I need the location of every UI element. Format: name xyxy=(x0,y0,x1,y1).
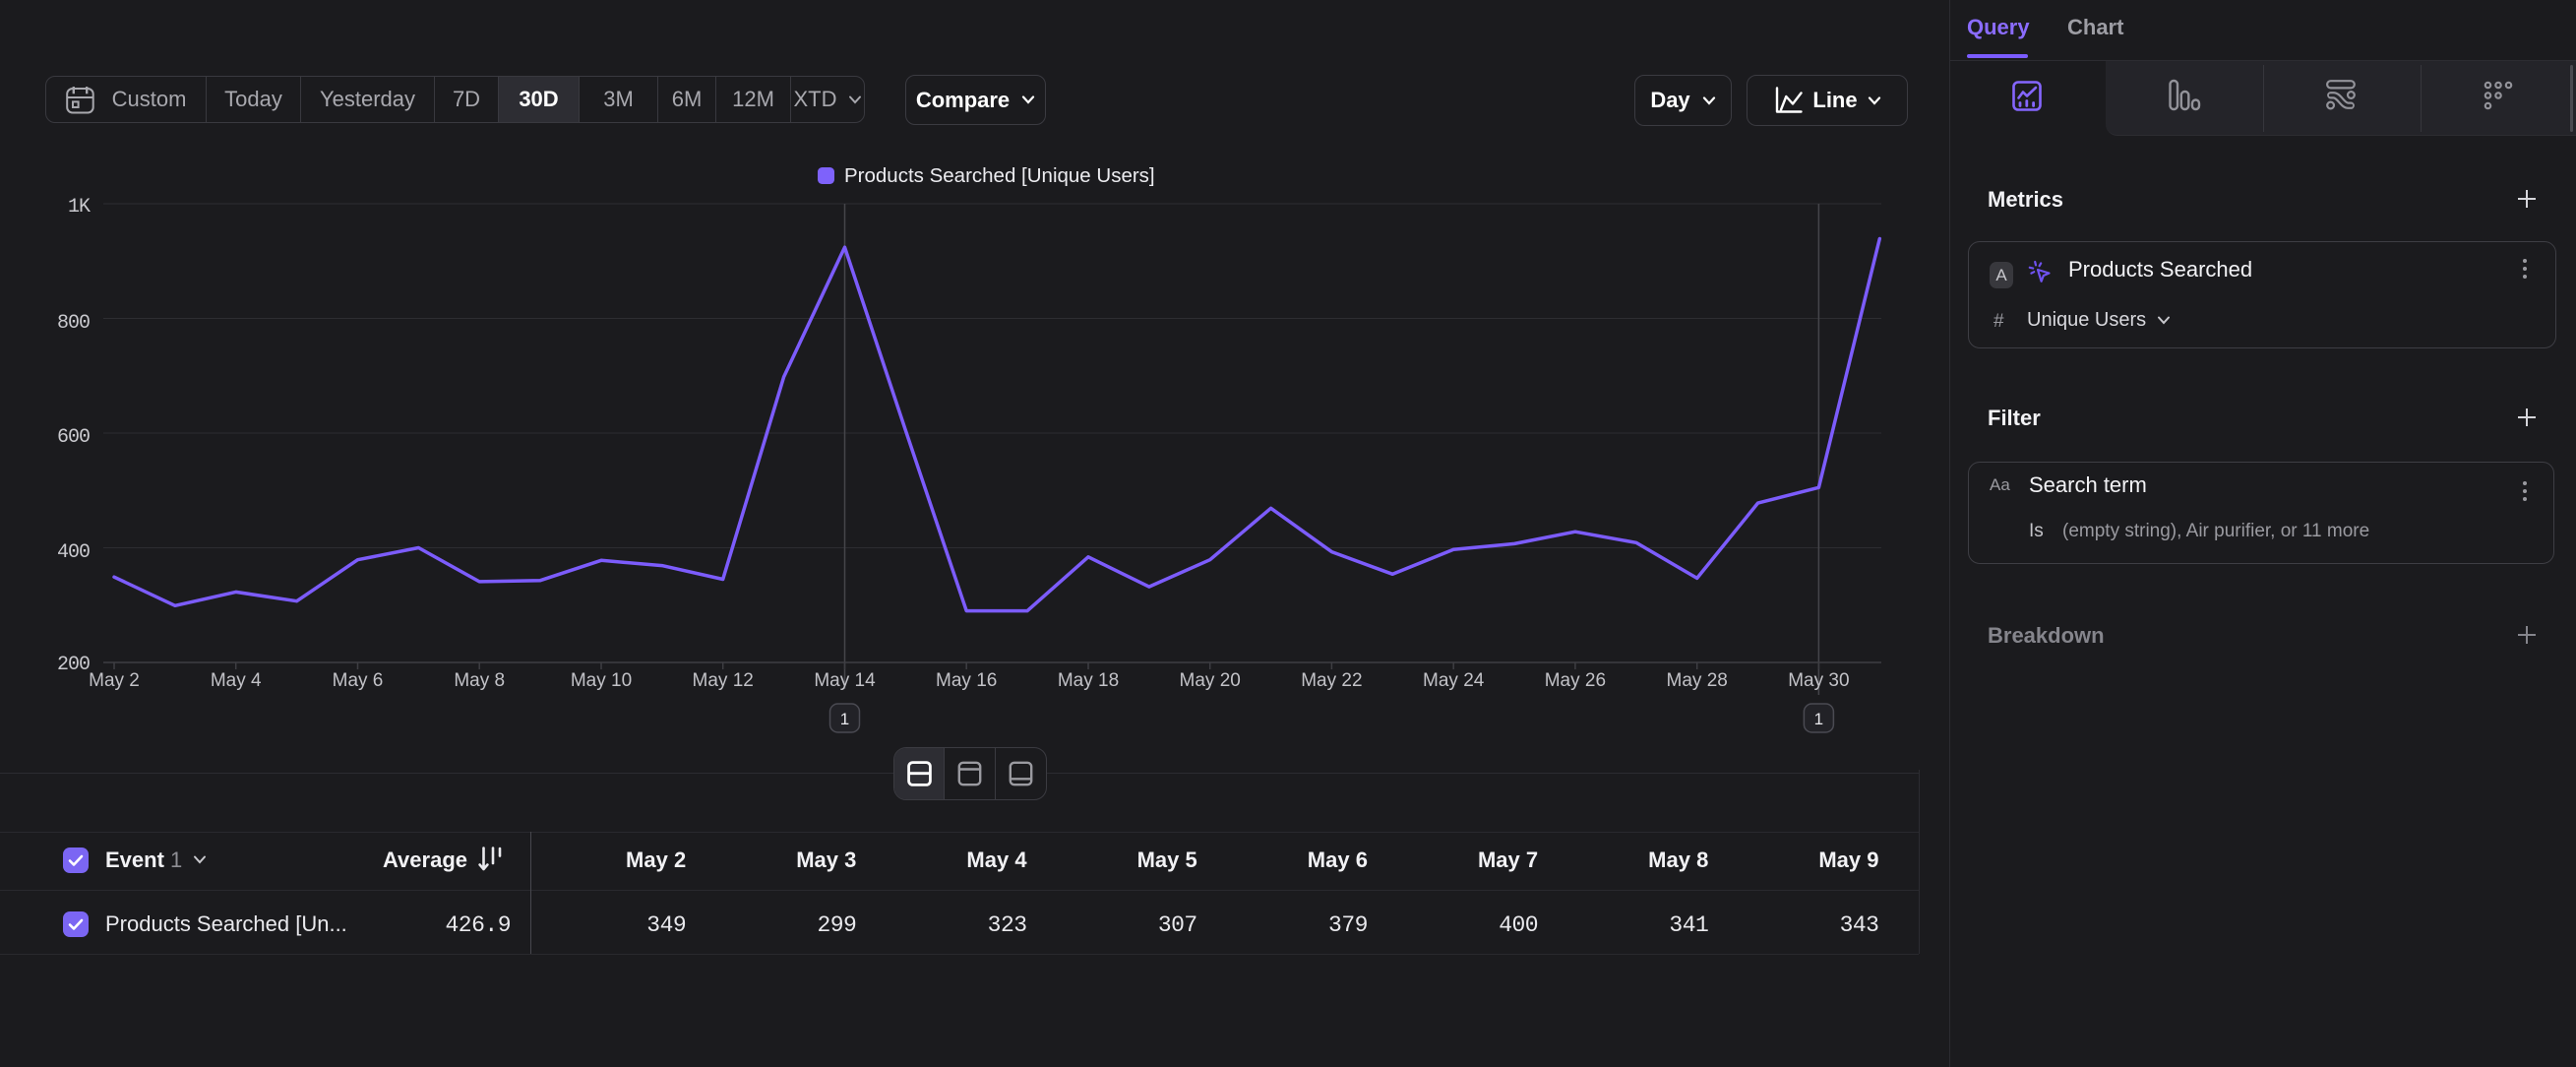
svg-text:May 26: May 26 xyxy=(1545,670,1606,691)
svg-text:1: 1 xyxy=(840,710,849,728)
svg-text:May 8: May 8 xyxy=(454,670,505,691)
svg-text:May 12: May 12 xyxy=(693,670,754,691)
svg-text:May 14: May 14 xyxy=(814,670,876,691)
svg-text:400: 400 xyxy=(57,541,90,564)
svg-text:1: 1 xyxy=(1814,710,1823,728)
svg-text:May 2: May 2 xyxy=(89,670,140,691)
svg-text:May 18: May 18 xyxy=(1058,670,1119,691)
svg-text:May 10: May 10 xyxy=(571,670,632,691)
svg-text:May 22: May 22 xyxy=(1301,670,1362,691)
svg-text:May 6: May 6 xyxy=(333,670,384,691)
svg-text:May 28: May 28 xyxy=(1667,670,1728,691)
svg-text:May 24: May 24 xyxy=(1423,670,1485,691)
svg-text:200: 200 xyxy=(57,654,90,676)
svg-text:600: 600 xyxy=(57,426,90,449)
svg-text:Products Searched [Unique User: Products Searched [Unique Users] xyxy=(844,164,1155,187)
svg-text:1K: 1K xyxy=(68,196,91,219)
svg-text:May 30: May 30 xyxy=(1788,670,1849,691)
svg-text:May 16: May 16 xyxy=(936,670,997,691)
svg-text:May 4: May 4 xyxy=(211,670,262,691)
svg-text:800: 800 xyxy=(57,312,90,335)
svg-text:May 20: May 20 xyxy=(1180,670,1241,691)
